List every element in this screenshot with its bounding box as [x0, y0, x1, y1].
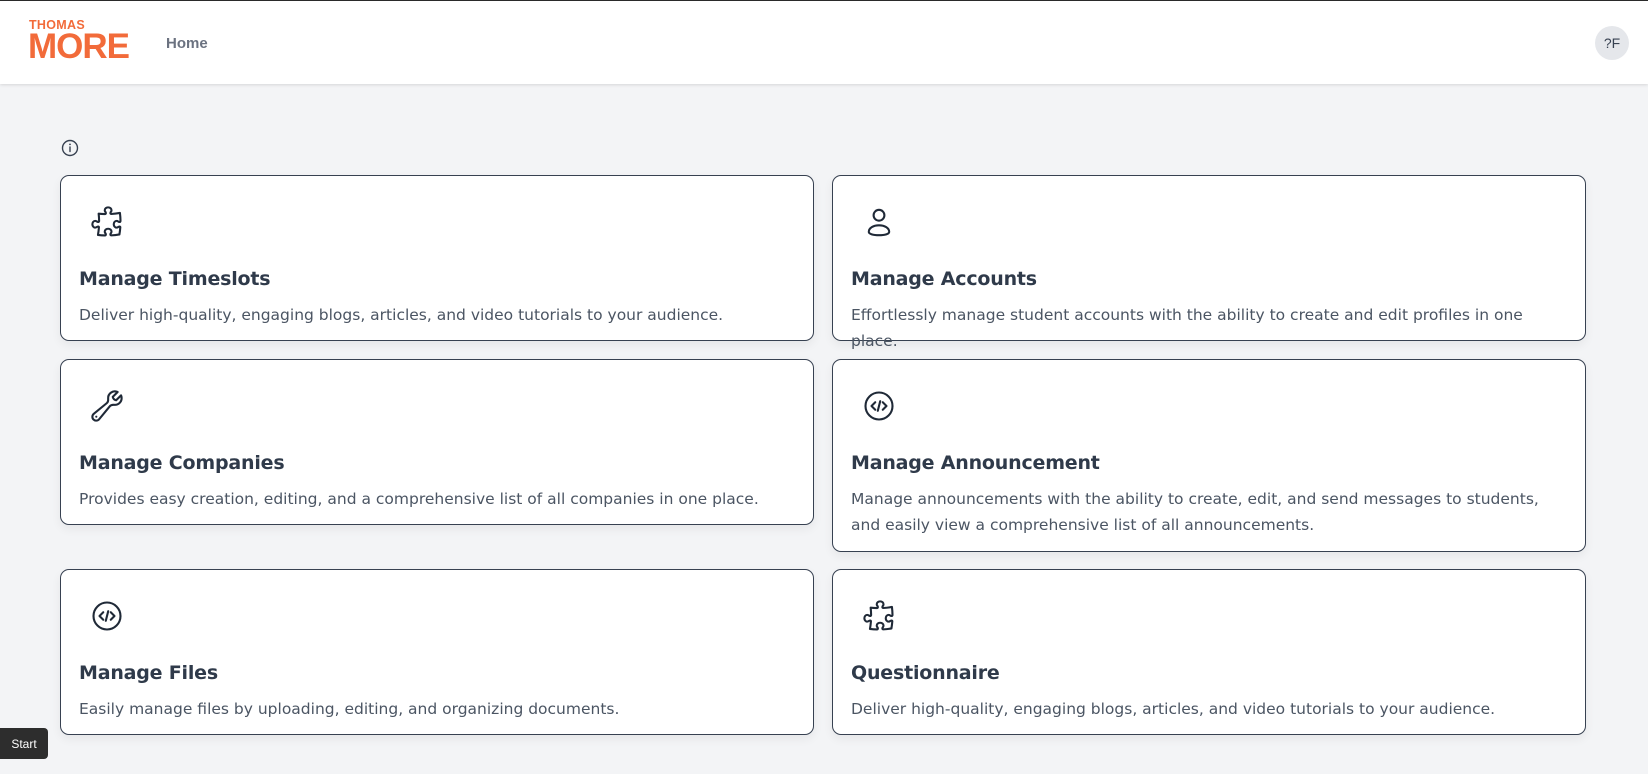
card-title: Manage Announcement — [851, 452, 1100, 474]
start-button[interactable]: Start — [0, 728, 48, 759]
card-description: Deliver high-quality, engaging blogs, ar… — [79, 306, 724, 324]
card-description: Manage announcements with the ability to… — [851, 490, 1539, 534]
thomas-more-logo[interactable]: THOMAS MORE — [28, 18, 142, 66]
card-title: Questionnaire — [851, 662, 1000, 684]
wrench-icon — [89, 388, 125, 424]
avatar[interactable]: ?F — [1595, 26, 1629, 60]
card-manage-files[interactable]: Manage Files Easily manage files by uplo… — [60, 569, 814, 735]
logo-text-bottom: MORE — [28, 27, 130, 66]
card-description: Easily manage files by uploading, editin… — [79, 700, 620, 718]
card-manage-timeslots[interactable]: Manage Timeslots Deliver high-quality, e… — [60, 175, 814, 341]
card-manage-accounts[interactable]: Manage Accounts Effortlessly manage stud… — [832, 175, 1586, 350]
code-circle-icon — [89, 598, 125, 634]
card-description: Deliver high-quality, engaging blogs, ar… — [851, 700, 1496, 718]
code-circle-icon — [861, 388, 897, 424]
card-description: Provides easy creation, editing, and a c… — [79, 490, 759, 508]
card-title: Manage Accounts — [851, 268, 1037, 290]
card-questionnaire[interactable]: Questionnaire Deliver high-quality, enga… — [832, 569, 1586, 735]
puzzle-icon — [89, 204, 125, 240]
card-title: Manage Files — [79, 662, 218, 684]
card-description: Effortlessly manage student accounts wit… — [851, 306, 1523, 350]
user-icon — [861, 204, 897, 240]
card-manage-announcement[interactable]: Manage Announcement Manage announcements… — [832, 359, 1586, 552]
card-title: Manage Companies — [79, 452, 285, 474]
info-icon[interactable] — [61, 139, 79, 157]
nav-home-link[interactable]: Home — [166, 35, 208, 52]
card-manage-companies[interactable]: Manage Companies Provides easy creation,… — [60, 359, 814, 525]
card-title: Manage Timeslots — [79, 268, 271, 290]
top-navbar: THOMAS MORE Home ?F — [0, 1, 1648, 84]
puzzle-icon — [861, 598, 897, 634]
